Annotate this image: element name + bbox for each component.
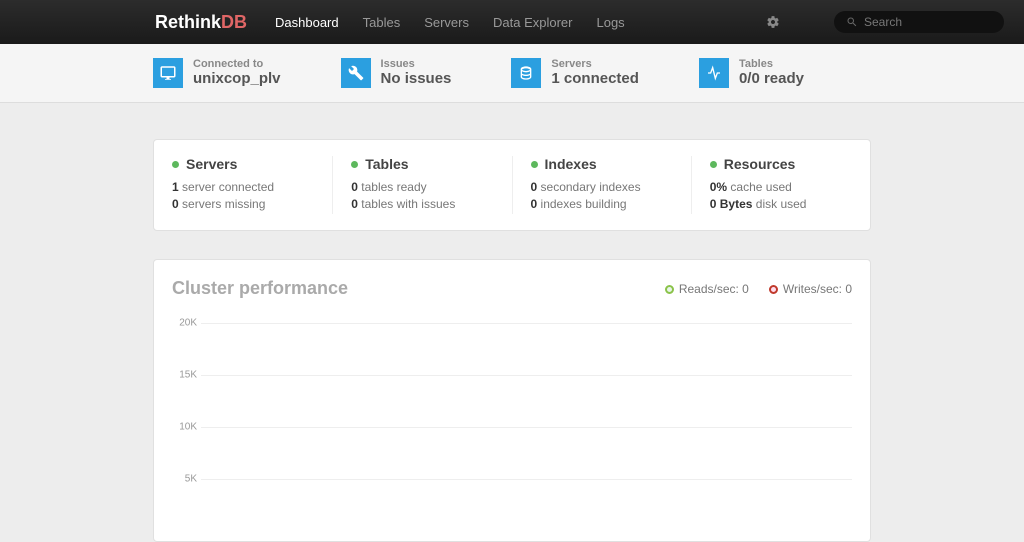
status-servers: Servers 1 connected <box>511 58 639 88</box>
nav-data-explorer[interactable]: Data Explorer <box>493 15 572 30</box>
perf-title: Cluster performance <box>172 278 348 299</box>
col-indexes: Indexes 0 secondary indexes 0 indexes bu… <box>513 156 692 214</box>
nav-dashboard[interactable]: Dashboard <box>275 15 339 30</box>
status-issues-value: No issues <box>381 70 452 87</box>
ytick: 20K <box>173 318 197 329</box>
status-dot-icon <box>172 161 179 168</box>
main-nav: Dashboard Tables Servers Data Explorer L… <box>275 15 766 30</box>
status-connected-value: unixcop_plv <box>193 70 281 87</box>
col-resources: Resources 0% cache used 0 Bytes disk use… <box>692 156 852 214</box>
wrench-icon <box>341 58 371 88</box>
ytick: 10K <box>173 422 197 433</box>
col-tables: Tables 0 tables ready 0 tables with issu… <box>333 156 512 214</box>
status-strip: Connected to unixcop_plv Issues No issue… <box>0 44 1024 103</box>
brand-logo: RethinkDB <box>155 12 247 33</box>
status-servers-value: 1 connected <box>551 70 639 87</box>
search-input[interactable] <box>864 15 992 29</box>
search-wrap[interactable] <box>834 11 1004 33</box>
status-dot-icon <box>531 161 538 168</box>
col-indexes-title: Indexes <box>545 156 597 172</box>
ytick: 5K <box>173 474 197 485</box>
status-dot-icon <box>710 161 717 168</box>
legend-writes: Writes/sec: 0 <box>783 282 852 296</box>
monitor-icon <box>153 58 183 88</box>
database-icon <box>511 58 541 88</box>
brand-a: Rethink <box>155 12 221 32</box>
col-tables-title: Tables <box>365 156 408 172</box>
summary-card: Servers 1 server connected 0 servers mis… <box>153 139 871 231</box>
status-connected-label: Connected to <box>193 58 281 70</box>
col-servers: Servers 1 server connected 0 servers mis… <box>172 156 333 214</box>
status-tables: Tables 0/0 ready <box>699 58 804 88</box>
perf-card: Cluster performance Reads/sec: 0 Writes/… <box>153 259 871 542</box>
ytick: 15K <box>173 370 197 381</box>
search-icon <box>846 16 858 28</box>
nav-servers[interactable]: Servers <box>424 15 469 30</box>
status-issues: Issues No issues <box>341 58 452 88</box>
status-tables-value: 0/0 ready <box>739 70 804 87</box>
col-resources-title: Resources <box>724 156 796 172</box>
legend-reads: Reads/sec: 0 <box>679 282 749 296</box>
status-issues-label: Issues <box>381 58 452 70</box>
legend-dot-reads <box>665 285 674 294</box>
status-dot-icon <box>351 161 358 168</box>
nav-logs[interactable]: Logs <box>596 15 624 30</box>
status-tables-label: Tables <box>739 58 804 70</box>
pulse-icon <box>699 58 729 88</box>
status-servers-label: Servers <box>551 58 639 70</box>
status-connected: Connected to unixcop_plv <box>153 58 281 88</box>
nav-tables[interactable]: Tables <box>363 15 401 30</box>
perf-legend: Reads/sec: 0 Writes/sec: 0 <box>665 282 852 296</box>
brand-b: DB <box>221 12 247 32</box>
legend-dot-writes <box>769 285 778 294</box>
topbar: RethinkDB Dashboard Tables Servers Data … <box>0 0 1024 44</box>
perf-chart: 20K 15K 10K 5K <box>172 313 852 523</box>
gear-icon[interactable] <box>766 15 780 29</box>
col-servers-title: Servers <box>186 156 237 172</box>
